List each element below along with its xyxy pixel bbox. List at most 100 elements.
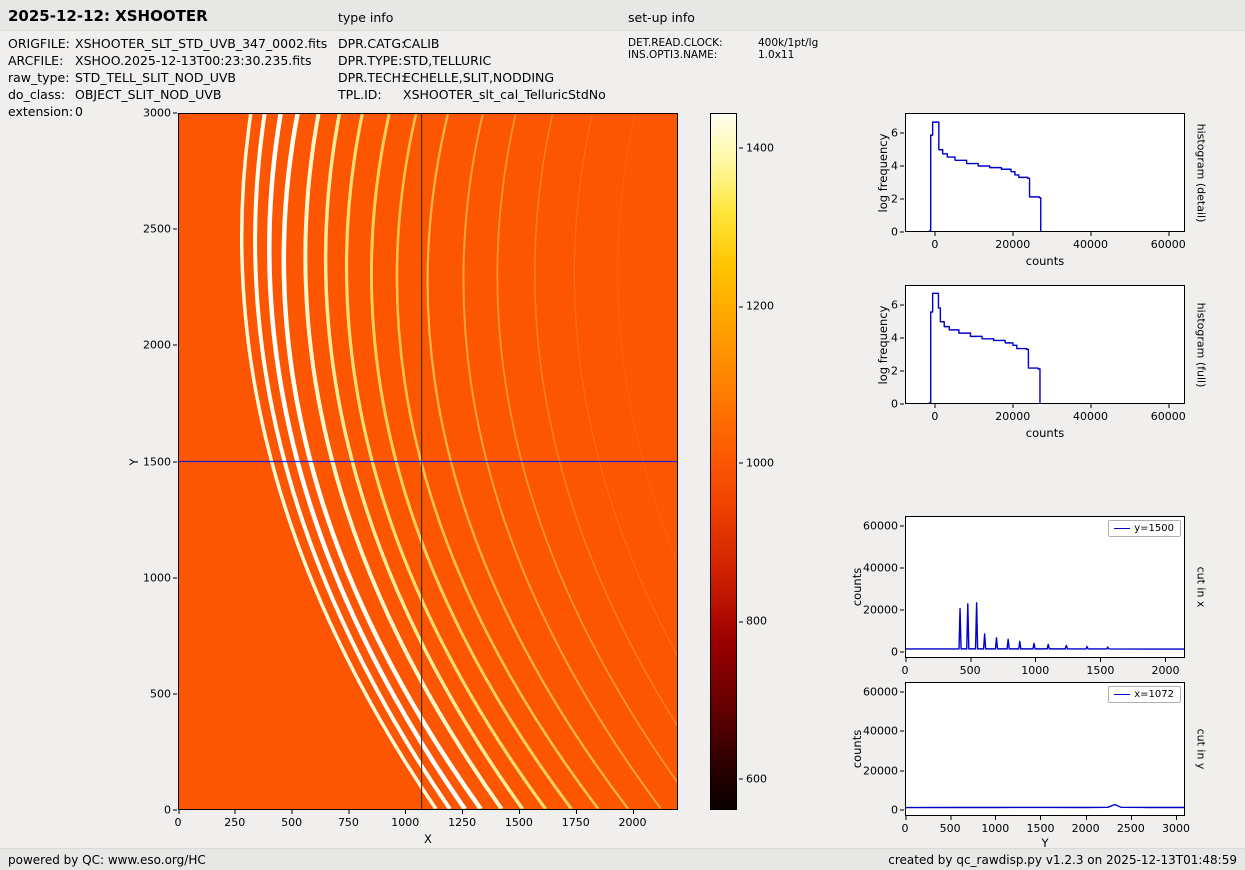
echelle-orders-svg: [179, 114, 677, 809]
legend-label: y=1500: [1134, 523, 1174, 534]
tplid-value: XSHOOTER_slt_cal_TelluricStdNo: [403, 87, 606, 102]
cut-y-x-tick: 2500: [1116, 816, 1145, 835]
main-y-tick: 1500: [143, 455, 177, 468]
readclock-label: DET.READ.CLOCK:: [628, 37, 723, 49]
plot-frame: [905, 113, 1185, 232]
histogram-full-curve: [906, 286, 1184, 403]
main-x-tick: 1750: [561, 810, 590, 829]
created-by-text: created by qc_rawdisp.py v1.2.3 on 2025-…: [888, 853, 1237, 867]
main-y-tick: 1000: [143, 571, 177, 585]
main-x-tick: 1500: [504, 810, 533, 829]
hist-detail-y-tick: 0: [891, 225, 904, 239]
hist-full-y-tick: 2: [891, 364, 904, 378]
colorbar-tick: 1200: [739, 299, 774, 313]
arcfile-value: XSHOO.2025-12-13T00:23:30.235.fits: [75, 53, 312, 68]
dprtech-value: ECHELLE,SLIT,NODDING: [403, 70, 555, 85]
hist-detail-x-tick: 20000: [995, 232, 1031, 251]
plot-frame: y=1500: [905, 516, 1185, 658]
doclass-value: OBJECT_SLIT_NOD_UVB: [75, 87, 222, 102]
cut-x-y-tick: 0: [891, 645, 904, 659]
cut-x-y-axis-label: counts: [850, 567, 864, 607]
main-x-tick: 250: [224, 810, 246, 829]
arcfile-label: ARCFILE:: [8, 53, 64, 68]
colorbar-gradient: [710, 113, 737, 810]
main-y-axis-label: Y: [127, 457, 141, 466]
main-x-tick: 1250: [448, 810, 477, 829]
cut-y-y-axis-label: counts: [850, 729, 864, 769]
hist-detail-y-tick: 2: [891, 192, 904, 206]
hist-full-x-tick: 20000: [995, 404, 1031, 423]
legend-label: x=1072: [1134, 689, 1174, 700]
origfile-label: ORIGFILE:: [8, 36, 70, 51]
cut-x-right-label: cut in x: [1194, 566, 1208, 608]
dprtype-value: STD,TELLURIC: [403, 53, 492, 68]
histogram-full-plot: log frequency histogram (full) counts 0 …: [876, 285, 1208, 440]
cut-x-x-tick: 0: [901, 658, 909, 677]
cut-x-x-tick: 1000: [1021, 658, 1050, 677]
powered-by-text: powered by QC: www.eso.org/HC: [8, 853, 206, 867]
main-x-tick: 1000: [391, 810, 420, 829]
dprtype-label: DPR.TYPE:: [338, 53, 403, 68]
doclass-label: do_class:: [8, 87, 66, 102]
raw-frame-plot: Y X 0 250 500 750 1000 1250 1500 1750 20…: [127, 107, 678, 846]
cut-x-x-tick: 2000: [1151, 658, 1180, 677]
hist-full-y-tick: 4: [891, 331, 904, 345]
raw-frame-image: [178, 113, 678, 810]
hist-detail-y-tick: 6: [891, 126, 904, 140]
opti3-label: INS.OPTI3.NAME:: [628, 49, 718, 61]
main-y-tick: 500: [150, 687, 177, 701]
main-y-tick: 2500: [143, 222, 177, 236]
cut-y-x-tick: 1000: [981, 816, 1010, 835]
legend-line-sample: [1114, 528, 1131, 529]
colorbar-tick: 1000: [739, 456, 774, 470]
type-info-heading: type info: [338, 10, 394, 25]
rawtype-value: STD_TELL_SLIT_NOD_UVB: [75, 70, 236, 85]
cut-y-x-tick: 3000: [1161, 816, 1190, 835]
rawtype-label: raw_type:: [8, 70, 70, 85]
histogram-detail-curve: [906, 114, 1184, 231]
hist-detail-y-axis-label: log frequency: [876, 133, 890, 212]
header-bar: 2025-12-12: XSHOOTER type info set-up in…: [0, 0, 1245, 31]
cut-y-x-tick: 500: [939, 816, 961, 835]
cut-y-y-tick: 0: [891, 803, 904, 817]
cut-y-right-label: cut in y: [1194, 728, 1208, 770]
dprtech-label: DPR.TECH:: [338, 70, 406, 85]
hist-full-x-tick: 40000: [1073, 404, 1108, 423]
cut-x-x-tick: 1500: [1086, 658, 1115, 677]
plot-frame: [905, 285, 1185, 404]
hist-detail-x-tick: 60000: [1150, 232, 1186, 251]
tplid-label: TPL.ID:: [338, 87, 382, 102]
cut-in-y-legend: x=1072: [1108, 686, 1181, 703]
readclock-value: 400k/1pt/lg: [758, 37, 819, 49]
cut-y-x-tick: 0: [901, 816, 909, 835]
extension-label: extension:: [8, 104, 74, 119]
opti3-value: 1.0x11: [758, 49, 795, 61]
colorbar-tick: 800: [739, 614, 767, 628]
main-x-axis-label: X: [424, 832, 432, 846]
cut-y-x-tick: 1500: [1026, 816, 1055, 835]
dprcatg-value: CALIB: [403, 36, 440, 51]
cut-in-x-legend: y=1500: [1108, 520, 1181, 537]
setup-info-heading: set-up info: [628, 10, 695, 25]
plot-frame: x=1072: [905, 682, 1185, 816]
main-y-tick: 0: [164, 803, 177, 817]
extension-value: 0: [75, 104, 83, 119]
main-y-tick: 2000: [143, 338, 177, 352]
cut-in-y-plot: x=1072 counts cut in y Y 0 500 1000 1500…: [850, 682, 1208, 850]
histogram-detail-plot: log frequency histogram (detail) counts …: [876, 113, 1208, 268]
cut-in-x-plot: y=1500 counts cut in x X 0 500 1000 1500…: [850, 516, 1208, 694]
cut-y-y-tick: 20000: [863, 764, 904, 778]
hist-full-y-tick: 0: [891, 397, 904, 411]
hist-detail-x-tick: 0: [931, 232, 939, 251]
cut-in-x-curve: [906, 517, 1184, 657]
cut-y-y-tick: 40000: [863, 724, 904, 738]
hist-detail-x-axis-label: counts: [1025, 254, 1065, 268]
cut-y-y-tick: 60000: [863, 685, 904, 699]
hist-full-x-axis-label: counts: [1025, 426, 1065, 440]
colorbar-tick: 1400: [739, 141, 774, 155]
hist-detail-x-tick: 40000: [1073, 232, 1108, 251]
colorbar-tick: 600: [739, 772, 767, 786]
footer-bar: powered by QC: www.eso.org/HC created by…: [0, 848, 1245, 870]
main-x-tick: 0: [174, 810, 182, 829]
origfile-value: XSHOOTER_SLT_STD_UVB_347_0002.fits: [75, 36, 328, 51]
